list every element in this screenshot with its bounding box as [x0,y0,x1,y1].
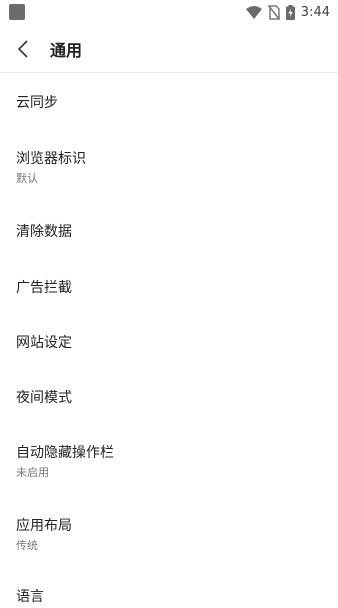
setting-site-settings[interactable]: 网站设定 [0,312,338,367]
status-bar: 3:44 [0,0,338,24]
no-sim-icon [267,4,280,20]
setting-label: 清除数据 [16,224,72,240]
setting-label: 广告拦截 [16,280,72,296]
setting-value: 未启用 [16,466,49,479]
back-button[interactable] [10,36,36,62]
setting-label: 浏览器标识 [16,151,86,167]
setting-label: 网站设定 [16,335,72,351]
setting-value: 默认 [16,172,38,185]
setting-ad-block[interactable]: 广告拦截 [0,257,338,312]
setting-language[interactable]: 语言 [0,568,338,608]
setting-label: 云同步 [16,95,58,111]
chevron-left-icon [17,40,28,58]
setting-label: 夜间模式 [16,390,72,406]
notification-square-icon [9,4,25,20]
setting-value: 传统 [16,539,38,552]
setting-cloud-sync[interactable]: 云同步 [0,73,338,128]
setting-label: 语言 [16,589,44,605]
setting-label: 应用布局 [16,518,72,534]
setting-label: 自动隐藏操作栏 [16,445,114,461]
setting-app-layout[interactable]: 应用布局 传统 [0,495,338,568]
page-title: 通用 [50,41,83,60]
setting-clear-data[interactable]: 清除数据 [0,201,338,257]
app-bar: 通用 [0,24,338,73]
status-time: 3:44 [300,4,330,20]
setting-auto-hide-toolbar[interactable]: 自动隐藏操作栏 未启用 [0,422,338,495]
wifi-icon [245,6,262,19]
battery-charging-icon [285,4,295,20]
settings-list: 云同步 浏览器标识 默认 清除数据 广告拦截 网站设定 夜间模式 自动隐藏操作栏… [0,73,338,608]
setting-night-mode[interactable]: 夜间模式 [0,367,338,422]
setting-browser-ua[interactable]: 浏览器标识 默认 [0,128,338,201]
